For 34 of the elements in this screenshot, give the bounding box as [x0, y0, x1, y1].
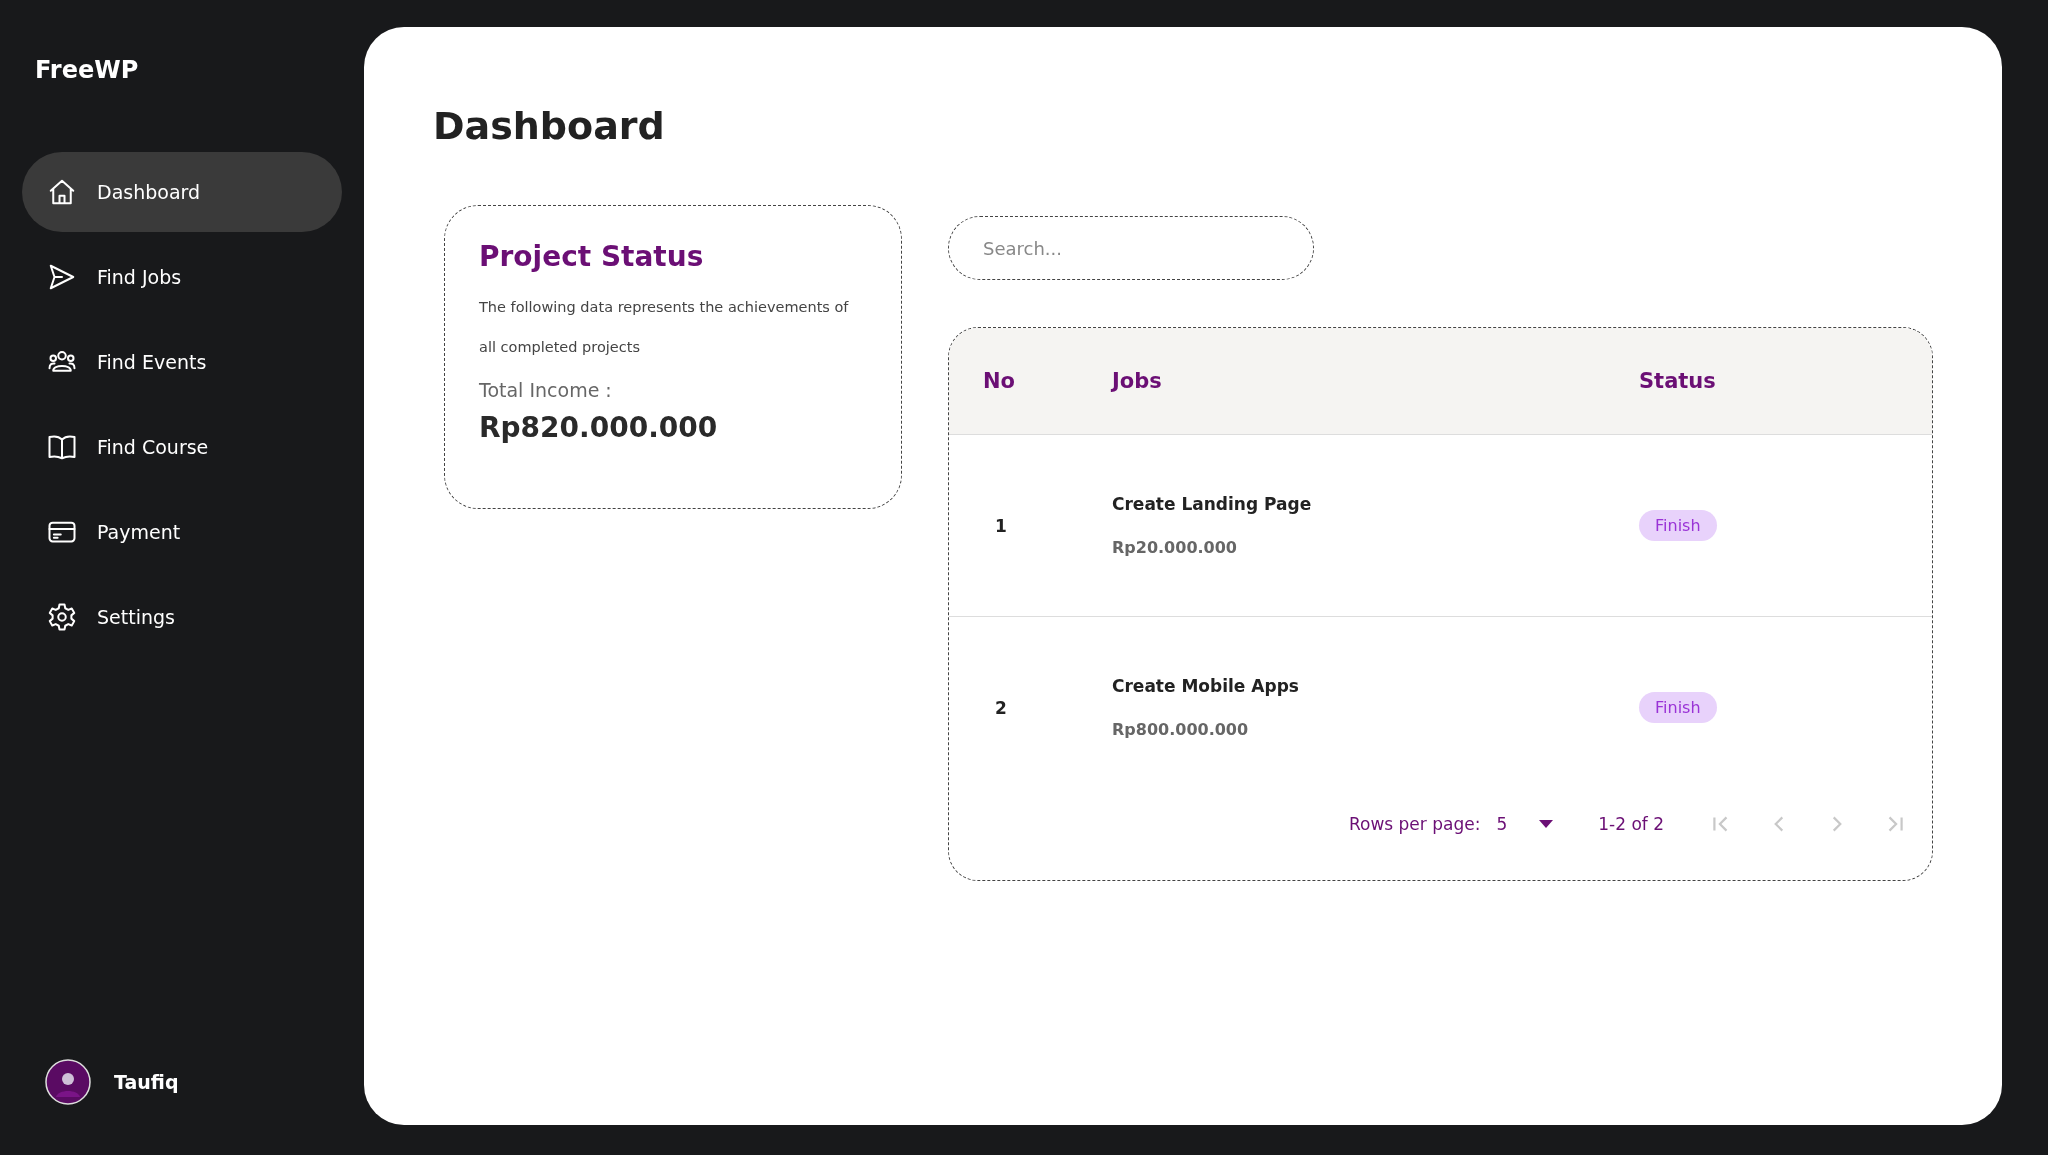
- caret-icon: [1539, 820, 1554, 828]
- home-icon: [47, 177, 77, 207]
- app-logo: FreeWP: [35, 56, 140, 84]
- rows-per-page-select[interactable]: 5: [1496, 814, 1554, 834]
- rows-per-page-label: Rows per page:: [1348, 814, 1481, 834]
- paper-plane-icon: [47, 262, 77, 292]
- sidebar-item[interactable]: Find Course: [22, 407, 342, 487]
- column-header: Jobs: [1112, 369, 1163, 393]
- row-number: 1: [994, 515, 1008, 536]
- sidebar-item[interactable]: Payment: [22, 492, 342, 572]
- sidebar-item[interactable]: Settings: [22, 577, 342, 657]
- status-badge: Finish: [1639, 692, 1717, 723]
- job-title: Create Landing Page: [1112, 494, 1313, 514]
- job-title: Create Mobile Apps: [1112, 676, 1300, 696]
- page-range: 1-2 of 2: [1598, 814, 1664, 834]
- settings-icon: [47, 602, 77, 632]
- sidebar-item[interactable]: Find Events: [22, 322, 342, 402]
- column-header: No: [982, 369, 1016, 393]
- column-header: Status: [1639, 369, 1717, 393]
- sidebar-item[interactable]: Dashboard: [22, 152, 342, 232]
- card-description: The following data represents the achievements of all completed projects: [479, 298, 850, 357]
- page-title: Dashboard: [433, 107, 666, 145]
- card-title: Project Status: [479, 240, 705, 273]
- status-badge: Finish: [1639, 510, 1717, 541]
- income-label: Total Income :: [479, 379, 613, 401]
- income-value: Rp820.000.000: [479, 411, 719, 444]
- avatar-icon: [45, 1059, 91, 1105]
- book-icon: [47, 432, 77, 462]
- user-name: Taufiq: [114, 1071, 179, 1093]
- job-price: Rp800.000.000: [1112, 720, 1250, 739]
- row-number: 2: [994, 697, 1008, 718]
- job-price: Rp20.000.000: [1112, 538, 1238, 557]
- sidebar-item[interactable]: Find Jobs: [22, 237, 342, 317]
- search-field[interactable]: Search...: [948, 216, 1314, 280]
